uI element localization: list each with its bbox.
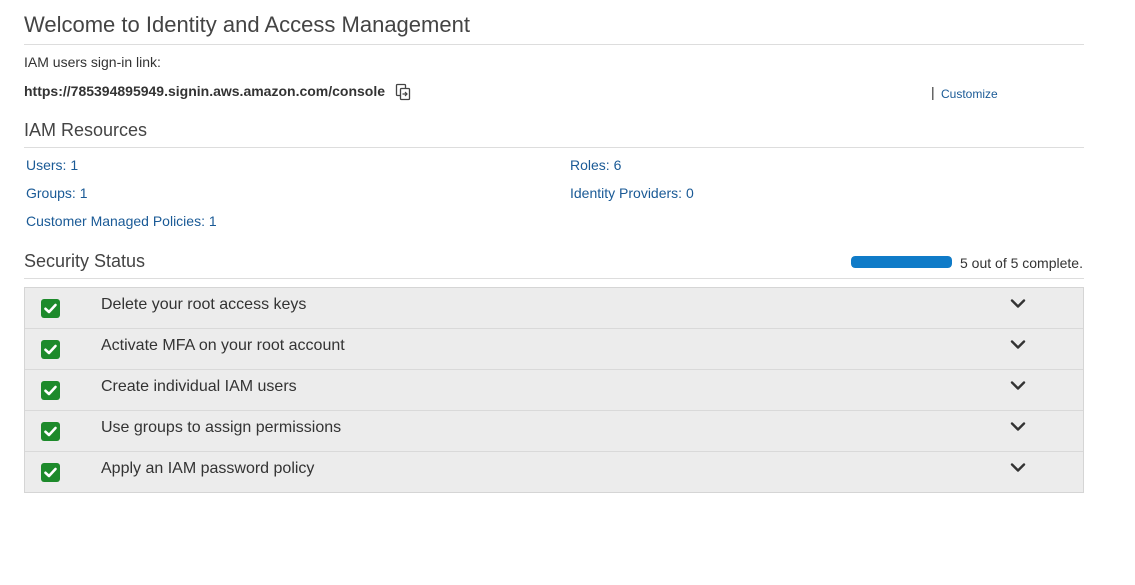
check-icon (41, 463, 60, 482)
iam-resources-title: IAM Resources (24, 120, 148, 140)
check-icon (41, 422, 60, 441)
security-item-label: Create individual IAM users (101, 378, 297, 395)
security-item-activate-mfa[interactable]: Activate MFA on your root account (25, 329, 1083, 370)
chevron-down-icon[interactable] (1010, 461, 1026, 475)
security-item-label: Use groups to assign permissions (101, 419, 342, 436)
chevron-down-icon[interactable] (1010, 379, 1026, 393)
divider (24, 147, 1084, 148)
security-item-use-groups[interactable]: Use groups to assign permissions (25, 411, 1083, 452)
resource-users-link[interactable]: Users: 1 (26, 157, 78, 173)
chevron-down-icon[interactable] (1010, 338, 1026, 352)
security-status-title: Security Status (24, 251, 146, 271)
check-icon (41, 340, 60, 359)
resource-roles-link[interactable]: Roles: 6 (570, 157, 621, 173)
resource-customer-managed-policies-link[interactable]: Customer Managed Policies: 1 (26, 213, 217, 229)
chevron-down-icon[interactable] (1010, 297, 1026, 311)
security-item-label: Delete your root access keys (101, 296, 307, 313)
customize-separator: | (931, 84, 935, 100)
customize-link[interactable]: Customize (941, 87, 998, 101)
security-item-label: Apply an IAM password policy (101, 460, 315, 477)
chevron-down-icon[interactable] (1010, 420, 1026, 434)
security-progress-fill (851, 256, 952, 268)
resource-identity-providers-link[interactable]: Identity Providers: 0 (570, 185, 694, 201)
divider (24, 278, 1084, 279)
copy-icon[interactable] (394, 83, 412, 101)
security-item-create-iam-users[interactable]: Create individual IAM users (25, 370, 1083, 411)
page-title: Welcome to Identity and Access Managemen… (24, 12, 470, 37)
check-icon (41, 381, 60, 400)
security-status-list: Delete your root access keys Activate MF… (24, 287, 1084, 493)
security-progress-text: 5 out of 5 complete. (960, 255, 1083, 271)
signin-link-label: IAM users sign-in link: (24, 54, 161, 70)
security-item-label: Activate MFA on your root account (101, 337, 345, 354)
divider (24, 44, 1084, 45)
security-item-delete-root-keys[interactable]: Delete your root access keys (25, 288, 1083, 329)
resource-groups-link[interactable]: Groups: 1 (26, 185, 87, 201)
check-icon (41, 299, 60, 318)
security-progress-bar (851, 256, 952, 268)
iam-dashboard: Welcome to Identity and Access Managemen… (0, 0, 1135, 585)
security-item-password-policy[interactable]: Apply an IAM password policy (25, 452, 1083, 492)
signin-link-url[interactable]: https://785394895949.signin.aws.amazon.c… (24, 83, 385, 99)
